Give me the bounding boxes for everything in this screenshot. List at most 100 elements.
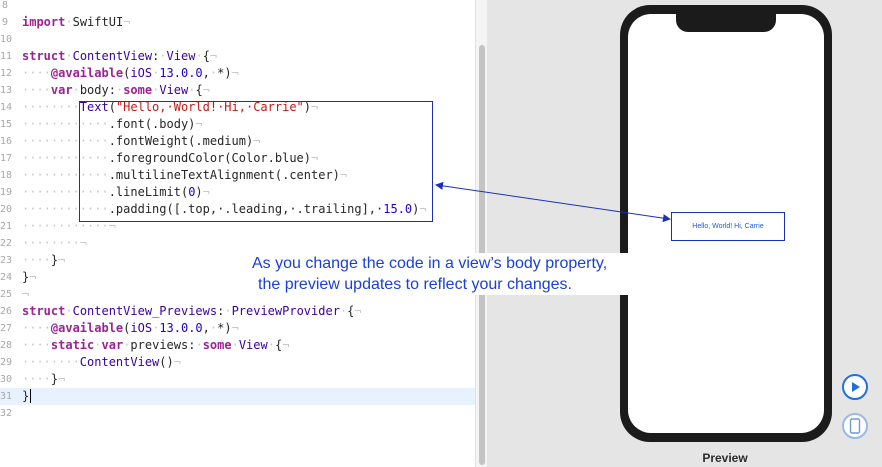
- preview-label: Preview: [702, 451, 748, 465]
- code-token: View: [238, 338, 268, 352]
- code-token: SwiftUI: [72, 15, 124, 29]
- line-number: 22: [0, 238, 13, 249]
- code-line[interactable]: 28 ····static·var·previews:·some·View·{¬: [0, 337, 475, 354]
- preview-text: Hello, World! Hi, Carrie: [692, 223, 764, 230]
- code-line[interactable]: 27 ····@available(iOS·13.0.0,·*)¬: [0, 320, 475, 337]
- code-line[interactable]: 22 ········¬: [0, 235, 475, 252]
- preview-text-box: Hello, World! Hi, Carrie: [671, 212, 785, 241]
- code-token: }: [22, 389, 30, 403]
- code-token: ····: [22, 321, 51, 335]
- annotation-callout: As you change the code in a view’s body …: [252, 253, 672, 295]
- code-token: @available: [50, 321, 124, 335]
- line-number: 15: [0, 119, 13, 130]
- code-token: *): [217, 321, 232, 335]
- code-token: ·: [224, 304, 232, 318]
- code-token: previews: [130, 338, 189, 352]
- code-token: ¬: [123, 15, 131, 29]
- code-token: View: [166, 49, 196, 63]
- code-line[interactable]: 8: [0, 0, 475, 14]
- line-number: 17: [0, 153, 13, 164]
- code-line[interactable]: 29 ········ContentView()¬: [0, 354, 475, 371]
- code-token: ·: [267, 338, 275, 352]
- code-token: {: [195, 83, 203, 97]
- editor-scrollbar[interactable]: [475, 0, 487, 467]
- code-token: *): [217, 66, 232, 80]
- code-line[interactable]: 31}: [0, 388, 475, 405]
- code-token: ¬: [79, 236, 88, 250]
- line-number: 13: [0, 85, 13, 96]
- code-token: ········: [22, 100, 80, 114]
- code-token: ¬: [209, 49, 218, 63]
- code-token: ·: [65, 49, 73, 63]
- code-token: :: [108, 83, 116, 97]
- line-number: 8: [1, 0, 8, 11]
- code-token: @available: [50, 66, 124, 80]
- code-token: var: [50, 83, 73, 97]
- code-token: ·: [65, 304, 73, 318]
- play-circle-icon: [852, 382, 860, 392]
- line-number: 14: [0, 102, 13, 113]
- code-token: ,: [202, 321, 210, 335]
- code-token: struct: [22, 304, 66, 318]
- line-number: 9: [1, 17, 8, 28]
- code-text: ····}¬: [22, 252, 65, 269]
- code-text: ····}¬: [22, 371, 65, 388]
- text-cursor: [30, 389, 32, 403]
- code-token: ·: [231, 338, 239, 352]
- code-token: some: [202, 338, 232, 352]
- code-text: ····@available(iOS·13.0.0,·*)¬: [22, 65, 239, 82]
- code-token: ContentView: [79, 355, 160, 369]
- code-token: ContentView_Previews: [72, 304, 218, 318]
- code-text: }: [22, 388, 32, 405]
- code-line[interactable]: 10: [0, 31, 475, 48]
- line-number: 10: [0, 34, 13, 45]
- code-line[interactable]: 13 ····var·body:·some·View·{¬: [0, 82, 475, 99]
- code-text: ····static·var·previews:·some·View·{¬: [22, 337, 289, 354]
- code-token: ·: [94, 338, 102, 352]
- code-token: (): [159, 355, 174, 369]
- preview-on-device-button[interactable]: [842, 413, 868, 439]
- code-token: var: [101, 338, 124, 352]
- code-line[interactable]: 11 struct·ContentView:·View·{¬: [0, 48, 475, 65]
- code-token: ¬: [354, 304, 362, 318]
- code-line[interactable]: 26 struct·ContentView_Previews:·PreviewPr…: [0, 303, 475, 320]
- code-token: ·: [65, 15, 73, 29]
- annotation-line-2: the preview updates to reflect your chan…: [258, 276, 572, 293]
- code-token: ¬: [231, 321, 239, 335]
- code-token: 13.0.0: [159, 321, 203, 335]
- code-token: struct: [22, 49, 66, 63]
- code-token: iOS: [130, 66, 153, 80]
- code-token: ····: [22, 83, 51, 97]
- code-token: ····: [22, 253, 51, 267]
- code-token: {: [202, 49, 210, 63]
- code-text: ¬: [22, 286, 29, 303]
- code-token: ¬: [22, 287, 30, 301]
- line-number: 23: [0, 255, 13, 266]
- code-editor[interactable]: 8 9 import·SwiftUI¬ 10 11 struct·ContentView:…: [0, 0, 475, 467]
- line-number: 24: [0, 272, 13, 283]
- code-text: ········¬: [22, 235, 87, 252]
- line-number: 18: [0, 170, 13, 181]
- code-token: ····: [22, 338, 51, 352]
- code-token: PreviewProvider: [231, 304, 340, 318]
- code-token: import: [22, 15, 66, 29]
- code-text: ····var·body:·some·View·{¬: [22, 82, 210, 99]
- line-number: 28: [0, 340, 13, 351]
- code-line[interactable]: 12 ····@available(iOS·13.0.0,·*)¬: [0, 65, 475, 82]
- code-token: ¬: [58, 372, 66, 386]
- code-token: ¬: [173, 355, 181, 369]
- code-token: iOS: [130, 321, 153, 335]
- code-line[interactable]: 9 import·SwiftUI¬: [0, 14, 475, 31]
- code-token: body: [79, 83, 109, 97]
- code-line[interactable]: 32: [0, 405, 475, 422]
- line-number: 25: [0, 289, 13, 300]
- code-token: ········: [22, 236, 80, 250]
- live-preview-button[interactable]: [842, 374, 868, 400]
- line-number: 29: [0, 357, 13, 368]
- code-line[interactable]: 30 ····}¬: [0, 371, 475, 388]
- code-text: import·SwiftUI¬: [22, 14, 130, 31]
- code-token: ·: [195, 49, 203, 63]
- code-token: ····: [22, 372, 51, 386]
- line-number: 11: [0, 51, 13, 62]
- code-token: ¬: [202, 83, 210, 97]
